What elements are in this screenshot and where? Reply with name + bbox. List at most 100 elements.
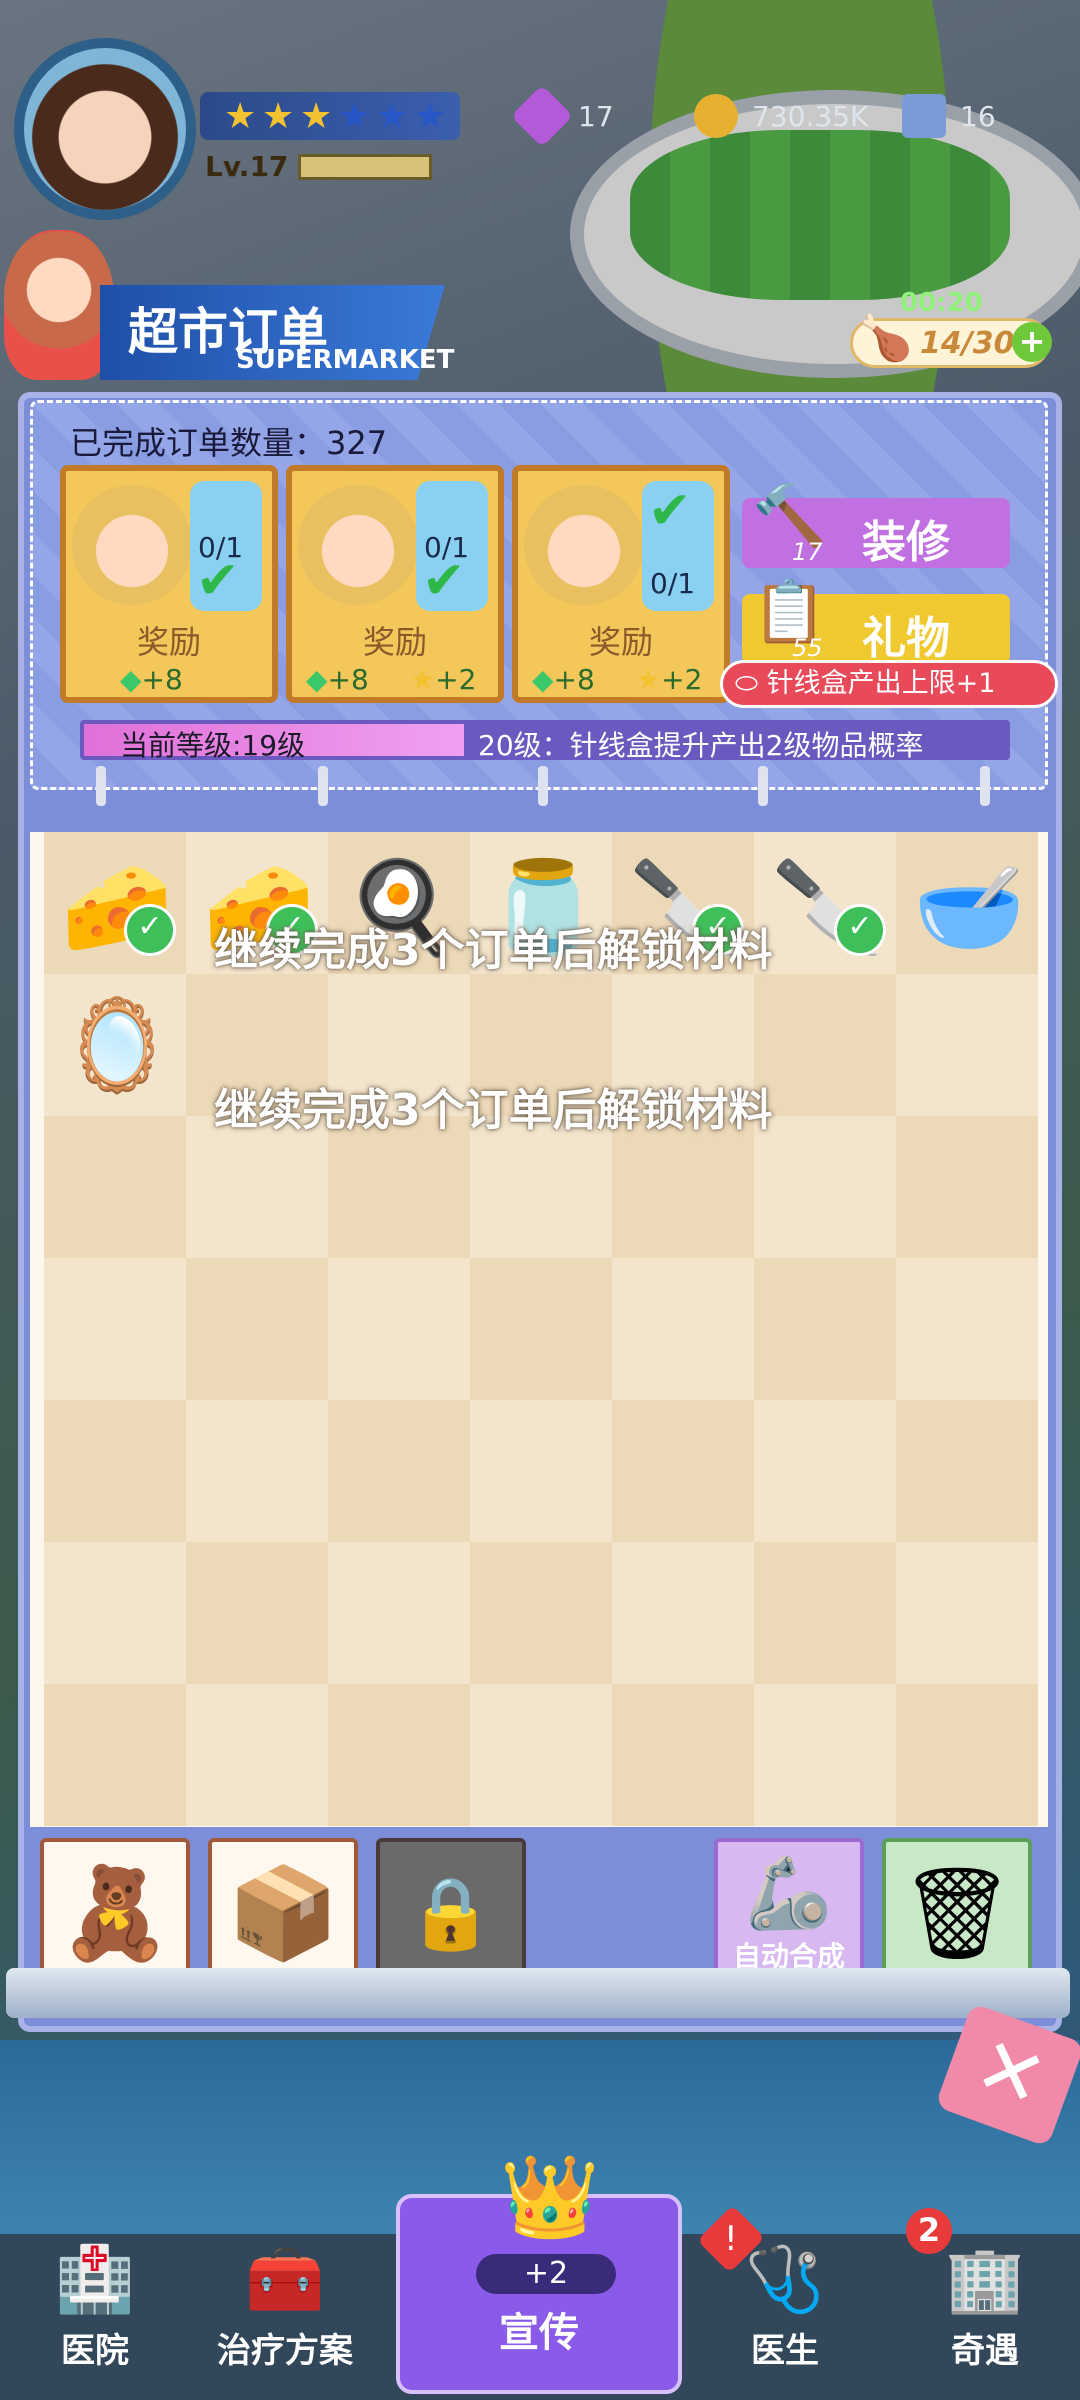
reward-star: ★+2	[636, 663, 703, 696]
gem-counter[interactable]: 17	[510, 84, 614, 148]
promo-label: 宣传	[499, 2310, 579, 2356]
add-energy-button[interactable]: +	[1012, 322, 1052, 362]
board-cell[interactable]	[754, 1684, 896, 1826]
star-icon: ★	[414, 96, 447, 137]
current-level: 当前等级:19级	[120, 729, 306, 762]
tray-shelf	[6, 1968, 1070, 2018]
board-cell[interactable]	[44, 1684, 186, 1826]
gift-label: 礼物	[862, 613, 950, 664]
encounter-badge: 2	[906, 2208, 952, 2254]
coin-counter[interactable]: 730.35K	[694, 94, 868, 138]
hospital-icon: 🏥	[55, 2243, 135, 2317]
check-icon: ✔	[196, 551, 240, 611]
board-cell[interactable]	[612, 1258, 754, 1400]
order-card[interactable]: 0/1 ✔ 奖励 ◆+8 ★+2	[286, 465, 504, 703]
board-cell[interactable]	[612, 1542, 754, 1684]
board-cell[interactable]	[186, 1400, 328, 1542]
board-cell[interactable]	[328, 1684, 470, 1826]
hook	[318, 766, 328, 806]
reward-label: 奖励	[362, 623, 427, 661]
star-icon: ★	[338, 96, 371, 137]
ticket-counter[interactable]: 16	[902, 94, 996, 138]
board-cell[interactable]	[896, 1400, 1038, 1542]
board-cell[interactable]	[44, 1400, 186, 1542]
star-icon: ★	[376, 96, 409, 137]
board-cell[interactable]	[328, 1542, 470, 1684]
board-cell[interactable]	[470, 1400, 612, 1542]
mascot-girl	[4, 230, 114, 380]
gem-icon: ◆	[306, 663, 328, 696]
board-cell[interactable]	[470, 1542, 612, 1684]
board-cell[interactable]	[754, 974, 896, 1116]
check-icon: ✓	[124, 904, 176, 956]
board-cell[interactable]	[896, 974, 1038, 1116]
board-cell[interactable]	[754, 1542, 896, 1684]
reward-gem: ◆+8	[120, 663, 183, 696]
gem-icon: ◆	[532, 663, 554, 696]
renovate-count: 17	[792, 538, 823, 566]
nav-treatment-plan[interactable]: 🧰 治疗方案	[190, 2234, 380, 2400]
board-cell[interactable]	[186, 1542, 328, 1684]
board-cell[interactable]	[896, 1258, 1038, 1400]
gem-icon	[510, 84, 574, 148]
player-avatar[interactable]	[14, 38, 196, 220]
board-cell[interactable]	[612, 1684, 754, 1826]
mirror-item[interactable]: 🪞	[52, 980, 182, 1110]
reward-label: 奖励	[588, 623, 653, 661]
star-icon: ★	[300, 96, 333, 137]
board-cell[interactable]	[470, 1684, 612, 1826]
coin-value: 730.35K	[752, 99, 869, 133]
board-cell[interactable]	[328, 1400, 470, 1542]
ticket-value: 16	[960, 99, 996, 133]
check-icon: ✔	[648, 481, 692, 541]
board-cell[interactable]	[186, 1258, 328, 1400]
bowl-item[interactable]: 🥣	[904, 842, 1034, 972]
board-cell[interactable]	[470, 1258, 612, 1400]
gift-button[interactable]: 📋 礼物 55	[742, 577, 1010, 664]
robot-arm-icon: 🦾	[745, 1851, 833, 1934]
board-cell[interactable]	[896, 1116, 1038, 1258]
trash-button[interactable]: 🗑	[882, 1838, 1032, 1988]
next-level-bonus: 20级：针线盒提升产出2级物品概率	[478, 729, 924, 762]
board-cell[interactable]	[44, 1116, 186, 1258]
locked-slot[interactable]: 🔒	[376, 1838, 526, 1988]
order-card[interactable]: 0/1 ✔ 奖励 ◆+8	[60, 465, 278, 703]
order-card[interactable]: ✔ 0/1 奖励 ◆+8 ★+2	[512, 465, 730, 703]
board-cell[interactable]	[896, 1684, 1038, 1826]
sewing-box-tooltip: ⬭ 针线盒产出上限+1	[720, 660, 1058, 708]
reward-gem: ◆+8	[306, 663, 369, 696]
hook	[980, 766, 990, 806]
board-cell[interactable]	[186, 1684, 328, 1826]
completed-orders-count: 已完成订单数量：327	[70, 424, 388, 462]
renovate-label: 装修	[862, 517, 950, 568]
hook	[758, 766, 768, 806]
check-icon: ✔	[422, 551, 466, 611]
check-icon: ✓	[834, 904, 886, 956]
hook	[538, 766, 548, 806]
mascot-king-icon: 👑	[500, 2150, 600, 2243]
customer-avatar	[72, 485, 192, 605]
auto-merge-button[interactable]: 🦾 自动合成	[714, 1838, 864, 1988]
nav-encounter[interactable]: 🏢 奇遇	[890, 2234, 1080, 2400]
board-cell[interactable]	[44, 1258, 186, 1400]
board-cell[interactable]	[328, 1258, 470, 1400]
building-icon: 🏢	[945, 2243, 1025, 2317]
board-cell[interactable]	[896, 1542, 1038, 1684]
board-cell[interactable]	[44, 1542, 186, 1684]
board-cell[interactable]	[612, 1400, 754, 1542]
board-cell[interactable]	[754, 1116, 896, 1258]
star-icon: ★	[262, 96, 295, 137]
soccer-field	[630, 130, 1010, 300]
board-cell[interactable]	[754, 1258, 896, 1400]
renovate-button[interactable]: 🔨 装修 17	[742, 481, 1010, 568]
star-icon: ★	[636, 663, 662, 696]
promo-plus: +2	[476, 2254, 616, 2294]
board-cell[interactable]	[754, 1400, 896, 1542]
cardboard-box-generator[interactable]: 📦	[208, 1838, 358, 1988]
reward-star: ★+2	[410, 663, 477, 696]
unlock-message: 继续完成3个订单后解锁材料	[214, 1085, 773, 1136]
nav-hospital[interactable]: 🏥 医院	[0, 2234, 190, 2400]
toy-box-generator[interactable]: 🧸	[40, 1838, 190, 1988]
coin-icon	[694, 94, 738, 138]
star-icon: ★	[410, 663, 436, 696]
